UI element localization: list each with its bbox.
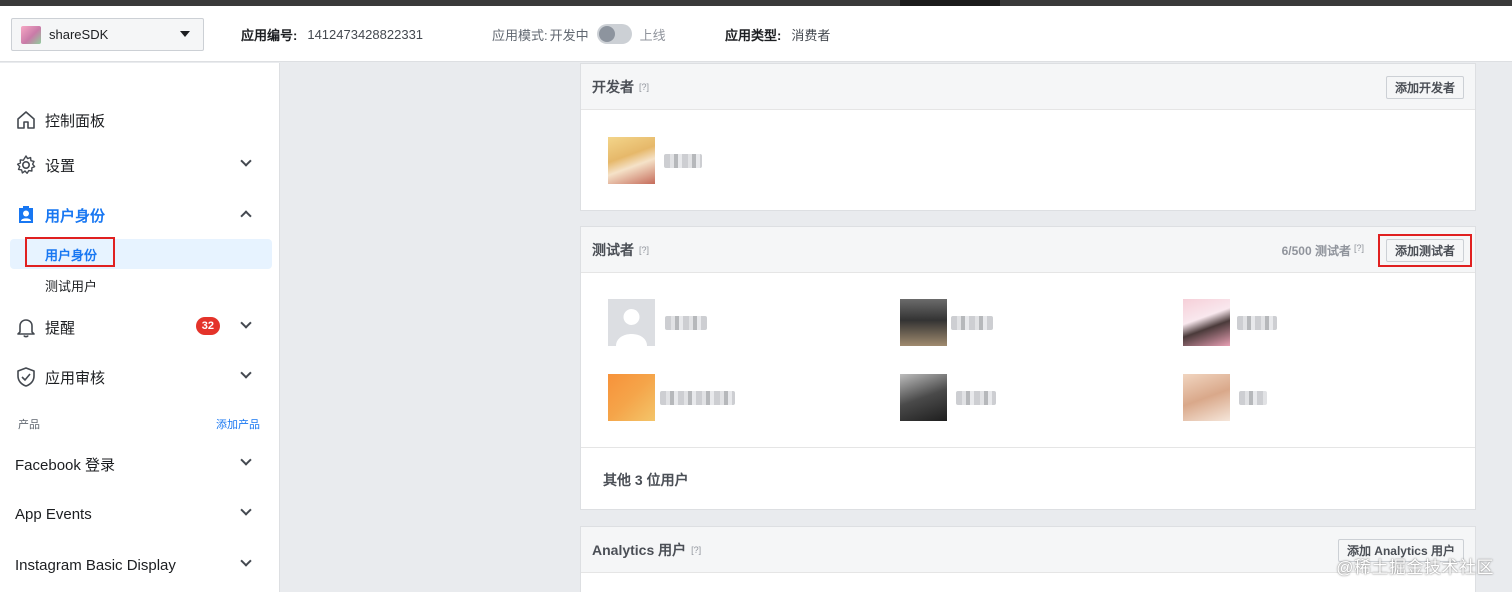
home-icon bbox=[15, 109, 37, 131]
sidebar-item-settings[interactable]: 设置 bbox=[15, 152, 265, 178]
chevron-up-icon bbox=[240, 210, 252, 222]
app-mode-toggle[interactable] bbox=[596, 24, 632, 44]
chevron-down-icon bbox=[240, 454, 252, 466]
alerts-count-badge: 32 bbox=[195, 317, 220, 335]
tester-name-blurred[interactable] bbox=[1237, 316, 1277, 330]
bell-icon bbox=[15, 316, 37, 338]
add-product-link[interactable]: 添加产品 bbox=[216, 416, 260, 432]
sidebar: 控制面板 设置 用户身份 用户身份 测试用户 提醒 32 应用审核 产品 添加产… bbox=[0, 63, 280, 592]
sidebar-item-app-review[interactable]: 应用审核 bbox=[15, 364, 265, 390]
default-user-icon bbox=[616, 309, 647, 346]
sidebar-item-label: Instagram Basic Display bbox=[15, 556, 176, 574]
sidebar-item-label: 提醒 bbox=[45, 319, 76, 337]
testers-title: 测试者 bbox=[592, 241, 634, 258]
sidebar-item-label: 用户身份 bbox=[45, 207, 106, 225]
highlight-box-add-tester bbox=[1378, 234, 1472, 267]
sidebar-item-label: 应用审核 bbox=[45, 369, 106, 387]
tester-avatar-default[interactable] bbox=[608, 299, 655, 346]
sidebar-item-label: 设置 bbox=[45, 157, 76, 175]
app-type-value: 消费者 bbox=[791, 27, 831, 43]
app-logo-icon bbox=[21, 25, 41, 44]
testers-count-help[interactable]: [?] bbox=[1354, 243, 1364, 253]
app-type-label: 应用类型: bbox=[725, 27, 782, 43]
chevron-down-icon bbox=[240, 317, 252, 329]
testers-help[interactable]: [?] bbox=[639, 245, 649, 255]
sidebar-item-app-events[interactable]: App Events bbox=[15, 501, 265, 527]
sidebar-subitem-test-users[interactable]: 测试用户 bbox=[10, 270, 272, 300]
app-mode-live: 上线 bbox=[639, 27, 666, 43]
app-mode-dev: 开发中 bbox=[549, 27, 589, 43]
testers-panel: 测试者 [?] 6/500 测试者 [?] 添加测试者 其他 3 位用户 bbox=[580, 226, 1476, 510]
tester-name-blurred[interactable] bbox=[660, 391, 735, 405]
analytics-help[interactable]: [?] bbox=[691, 545, 701, 555]
sidebar-item-label: Facebook 登录 bbox=[15, 456, 116, 474]
tester-name-blurred[interactable] bbox=[956, 391, 996, 405]
tester-name-blurred[interactable] bbox=[665, 316, 707, 330]
add-developer-button[interactable]: 添加开发者 bbox=[1385, 76, 1464, 99]
products-section-label: 产品 bbox=[18, 419, 40, 431]
watermark: @稀土掘金技术社区 bbox=[1336, 558, 1494, 577]
developers-help[interactable]: [?] bbox=[639, 82, 649, 92]
app-id-group: 应用编号: 1412473428822331 bbox=[241, 6, 423, 62]
sidebar-item-facebook-login[interactable]: Facebook 登录 bbox=[15, 451, 265, 477]
app-name: shareSDK bbox=[49, 27, 109, 42]
sidebar-item-dashboard[interactable]: 控制面板 bbox=[15, 107, 265, 133]
sidebar-item-label: App Events bbox=[15, 505, 92, 523]
user-badge-icon bbox=[15, 204, 37, 226]
caret-down-icon bbox=[180, 31, 190, 37]
tester-name-blurred[interactable] bbox=[1239, 391, 1267, 405]
tester-name-blurred[interactable] bbox=[951, 316, 993, 330]
app-selector[interactable]: shareSDK bbox=[11, 18, 204, 51]
chevron-down-icon bbox=[240, 555, 252, 567]
sidebar-item-roles[interactable]: 用户身份 bbox=[15, 202, 265, 228]
toggle-knob bbox=[598, 26, 615, 42]
app-id-label: 应用编号: bbox=[241, 27, 298, 43]
developer-name-blurred[interactable] bbox=[664, 154, 702, 168]
gear-icon bbox=[15, 154, 37, 176]
tester-avatar-blurred-face[interactable] bbox=[1183, 374, 1230, 421]
sidebar-item-alerts[interactable]: 提醒 32 bbox=[15, 314, 265, 340]
sidebar-item-instagram-basic-display[interactable]: Instagram Basic Display bbox=[15, 552, 265, 578]
tester-avatar-orange[interactable] bbox=[608, 374, 655, 421]
sidebar-item-label: 控制面板 bbox=[45, 112, 106, 130]
chevron-down-icon bbox=[240, 155, 252, 167]
developer-avatar[interactable] bbox=[608, 137, 655, 184]
app-mode-label: 应用模式: bbox=[492, 27, 548, 43]
sidebar-subitem-label: 测试用户 bbox=[45, 278, 98, 294]
app-mode-group: 应用模式: 开发中 上线 bbox=[492, 6, 666, 62]
analytics-title: Analytics 用户 bbox=[592, 541, 687, 558]
tester-avatar-girl[interactable] bbox=[1183, 299, 1230, 346]
developers-panel-header: 开发者 [?] 添加开发者 bbox=[581, 64, 1475, 110]
app-id-value: 1412473428822331 bbox=[307, 26, 424, 42]
tester-avatar-keyboard[interactable] bbox=[900, 299, 947, 346]
tester-avatar-bw[interactable] bbox=[900, 374, 947, 421]
chevron-down-icon bbox=[240, 367, 252, 379]
divider bbox=[581, 447, 1475, 448]
developers-title: 开发者 bbox=[592, 78, 634, 95]
shield-check-icon bbox=[15, 366, 37, 388]
testers-panel-header: 测试者 [?] 6/500 测试者 [?] 添加测试者 bbox=[581, 227, 1475, 273]
testers-count: 6/500 测试者 bbox=[1281, 244, 1351, 258]
chevron-down-icon bbox=[240, 504, 252, 516]
developers-panel: 开发者 [?] 添加开发者 bbox=[580, 63, 1476, 211]
other-users-link[interactable]: 其他 3 位用户 bbox=[603, 470, 689, 490]
top-bar: shareSDK 应用编号: 1412473428822331 应用模式: 开发… bbox=[0, 6, 1512, 62]
highlight-box-roles bbox=[25, 237, 115, 267]
app-type-group: 应用类型: 消费者 bbox=[725, 6, 830, 62]
